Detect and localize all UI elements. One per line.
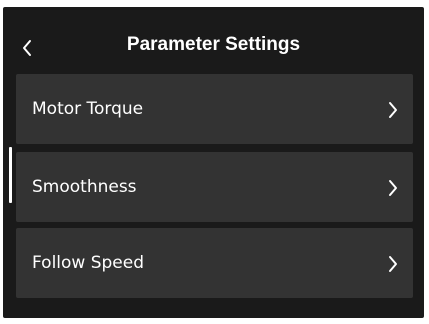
menu-item-smoothness[interactable]: Smoothness	[16, 152, 413, 222]
menu-item-follow-speed[interactable]: Follow Speed	[16, 228, 413, 298]
settings-panel: Parameter Settings Motor Torque Smoothne…	[3, 7, 424, 318]
chevron-right-icon	[389, 180, 397, 196]
menu-item-label: Follow Speed	[32, 253, 145, 273]
chevron-right-icon	[389, 256, 397, 272]
page-title: Parameter Settings	[126, 34, 301, 55]
device-screen: Parameter Settings Motor Torque Smoothne…	[0, 0, 429, 324]
header-bar: Parameter Settings	[3, 7, 424, 73]
menu-item-label: Smoothness	[32, 177, 137, 197]
menu-item-motor-torque[interactable]: Motor Torque	[16, 74, 413, 144]
chevron-right-icon	[389, 102, 397, 118]
menu-item-label: Motor Torque	[32, 99, 144, 119]
focus-indicator	[9, 147, 12, 203]
